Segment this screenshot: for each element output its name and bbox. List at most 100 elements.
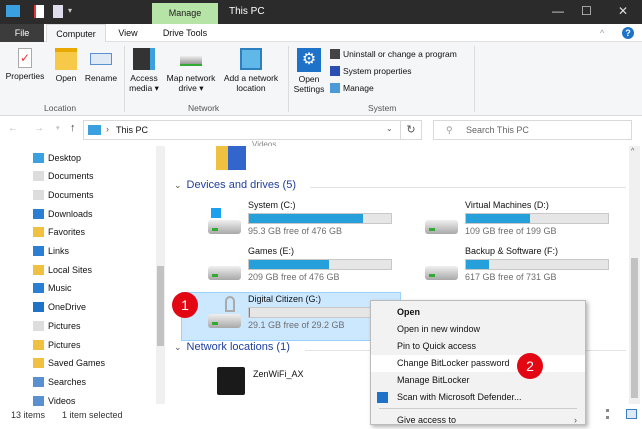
content-scrollbar[interactable]: ^ xyxy=(629,146,640,404)
breadcrumb-this-pc[interactable]: This PC xyxy=(116,125,148,135)
drive-name: Games (E:) xyxy=(248,246,295,256)
system-properties-label: System properties xyxy=(343,66,412,76)
network-item-zenwifi[interactable]: ZenWiFi_AX xyxy=(253,369,304,379)
maximize-button[interactable]: ☐ xyxy=(581,4,592,18)
nav-item[interactable]: Documents xyxy=(33,186,94,203)
drive-free-space: 109 GB free of 199 GB xyxy=(465,226,557,236)
new-folder-qat-icon[interactable] xyxy=(53,5,63,18)
context-menu-item[interactable]: Scan with Microsoft Defender... xyxy=(371,389,585,406)
rename-button[interactable]: Rename xyxy=(84,48,118,83)
tab-view[interactable]: View xyxy=(108,24,148,42)
nav-item[interactable]: Documents xyxy=(33,168,94,185)
nav-item-label: Saved Games xyxy=(48,358,106,369)
nav-item[interactable]: Music xyxy=(33,280,72,297)
nav-item-icon xyxy=(33,358,44,369)
group-location-label: Location xyxy=(44,103,77,113)
close-button[interactable]: ✕ xyxy=(618,4,628,18)
nav-item[interactable]: Links xyxy=(33,243,69,260)
nav-item[interactable]: Searches xyxy=(33,373,86,390)
nav-item[interactable]: Desktop xyxy=(33,149,81,166)
devices-drives-header[interactable]: ⌄ Devices and drives (5) xyxy=(174,179,296,191)
hard-drive-icon xyxy=(425,220,458,234)
qat-dropdown-icon[interactable]: ▾ xyxy=(68,6,72,15)
nav-item[interactable]: Pictures xyxy=(33,336,81,353)
map-network-drive-button[interactable]: Map network drive ▾ xyxy=(163,48,219,93)
network-locations-header[interactable]: ⌄ Network locations (1) xyxy=(174,341,290,353)
open-button[interactable]: Open xyxy=(52,48,80,83)
drive-usage-bar xyxy=(465,213,609,224)
search-icon: ⚲ xyxy=(446,125,453,135)
nav-item-label: Documents xyxy=(48,189,94,200)
minimize-button[interactable]: — xyxy=(552,4,564,18)
nav-item-label: Documents xyxy=(48,171,94,182)
nav-item-icon xyxy=(33,171,44,182)
nav-item[interactable]: Favorites xyxy=(33,224,85,241)
context-menu-item[interactable]: Change BitLocker password xyxy=(371,355,585,372)
manage-label: Manage xyxy=(343,83,374,93)
collapse-ribbon-icon[interactable]: ^ xyxy=(600,28,604,38)
nav-item-label: Searches xyxy=(48,376,87,387)
context-menu-item[interactable]: Pin to Quick access xyxy=(371,338,585,355)
drive-usage-bar xyxy=(248,259,392,270)
drive-name: System (C:) xyxy=(248,200,296,210)
large-icons-view-icon[interactable] xyxy=(626,409,637,419)
item-count: 13 items xyxy=(11,410,46,420)
properties-button[interactable]: ✓ Properties xyxy=(4,48,46,81)
nav-item-icon xyxy=(33,189,44,200)
context-menu-item[interactable]: Open xyxy=(371,304,585,321)
access-media-button[interactable]: Access media ▾ xyxy=(128,48,160,93)
properties-icon: ✓ xyxy=(18,48,32,68)
menu-separator xyxy=(379,408,577,409)
nav-item-label: Music xyxy=(48,283,72,294)
drive-free-space: 617 GB free of 731 GB xyxy=(465,272,557,282)
drive-free-space: 95.3 GB free of 476 GB xyxy=(248,226,343,236)
address-dropdown-icon[interactable]: ⌄ xyxy=(386,124,393,133)
tab-file[interactable]: File xyxy=(0,24,44,42)
properties-label: Properties xyxy=(5,71,45,81)
properties-qat-icon[interactable] xyxy=(34,5,44,18)
nav-item[interactable]: Saved Games xyxy=(33,355,105,372)
nav-item-label: Pictures xyxy=(48,320,81,331)
step-badge-1: 1 xyxy=(172,292,198,318)
open-label: Open xyxy=(55,73,77,83)
system-properties-button[interactable]: System properties xyxy=(330,66,412,76)
tab-manage[interactable]: Manage xyxy=(152,3,218,24)
context-menu-item[interactable]: Open in new window xyxy=(371,321,585,338)
access-media-label: Access media ▾ xyxy=(129,73,159,93)
refresh-button[interactable]: ↻ xyxy=(400,120,422,140)
nav-item-icon xyxy=(33,320,44,331)
back-icon[interactable]: ← xyxy=(8,123,18,134)
up-icon[interactable]: ↑ xyxy=(70,122,76,134)
navigation-pane: Desktop Documents Documents Downloads Favori… xyxy=(0,146,165,406)
tab-drive-tools[interactable]: Drive Tools xyxy=(152,24,218,42)
nav-scrollbar[interactable] xyxy=(156,146,165,404)
search-input[interactable]: ⚲ Search This PC xyxy=(433,120,632,140)
address-bar[interactable]: › This PC ⌄ xyxy=(83,120,401,140)
nav-item[interactable]: OneDrive xyxy=(33,299,86,316)
help-icon[interactable]: ? xyxy=(622,27,634,39)
context-menu-label: Open in new window xyxy=(397,324,481,334)
hard-drive-icon xyxy=(208,314,241,328)
context-menu-label: Pin to Quick access xyxy=(397,341,477,351)
context-menu-item[interactable]: › Give access to xyxy=(371,412,585,429)
nav-item[interactable]: Local Sites xyxy=(33,261,92,278)
manage-button[interactable]: Manage xyxy=(330,83,374,93)
group-system-label: System xyxy=(368,103,397,113)
nav-item-label: Links xyxy=(48,246,70,256)
uninstall-program-button[interactable]: Uninstall or change a program xyxy=(330,49,457,59)
recent-locations-icon[interactable]: ▾ xyxy=(56,124,60,132)
nav-item[interactable]: Downloads xyxy=(33,205,93,222)
nav-item-icon xyxy=(33,302,44,313)
context-menu-item[interactable]: Manage BitLocker xyxy=(371,372,585,389)
details-view-icon[interactable] xyxy=(606,409,617,419)
nav-item-icon xyxy=(33,246,44,256)
ribbon: ✓ Properties Open Rename Location Access … xyxy=(0,42,642,116)
forward-icon[interactable]: → xyxy=(34,123,44,134)
add-network-location-button[interactable]: Add a network location xyxy=(220,48,282,93)
nav-item[interactable]: Pictures xyxy=(33,317,81,334)
hard-drive-icon xyxy=(425,266,458,280)
drive-usage-bar xyxy=(465,259,609,270)
open-settings-button[interactable]: ⚙ Open Settings xyxy=(292,48,326,94)
tab-computer[interactable]: Computer xyxy=(46,24,106,42)
folder-videos-label: Videos xyxy=(252,140,277,146)
